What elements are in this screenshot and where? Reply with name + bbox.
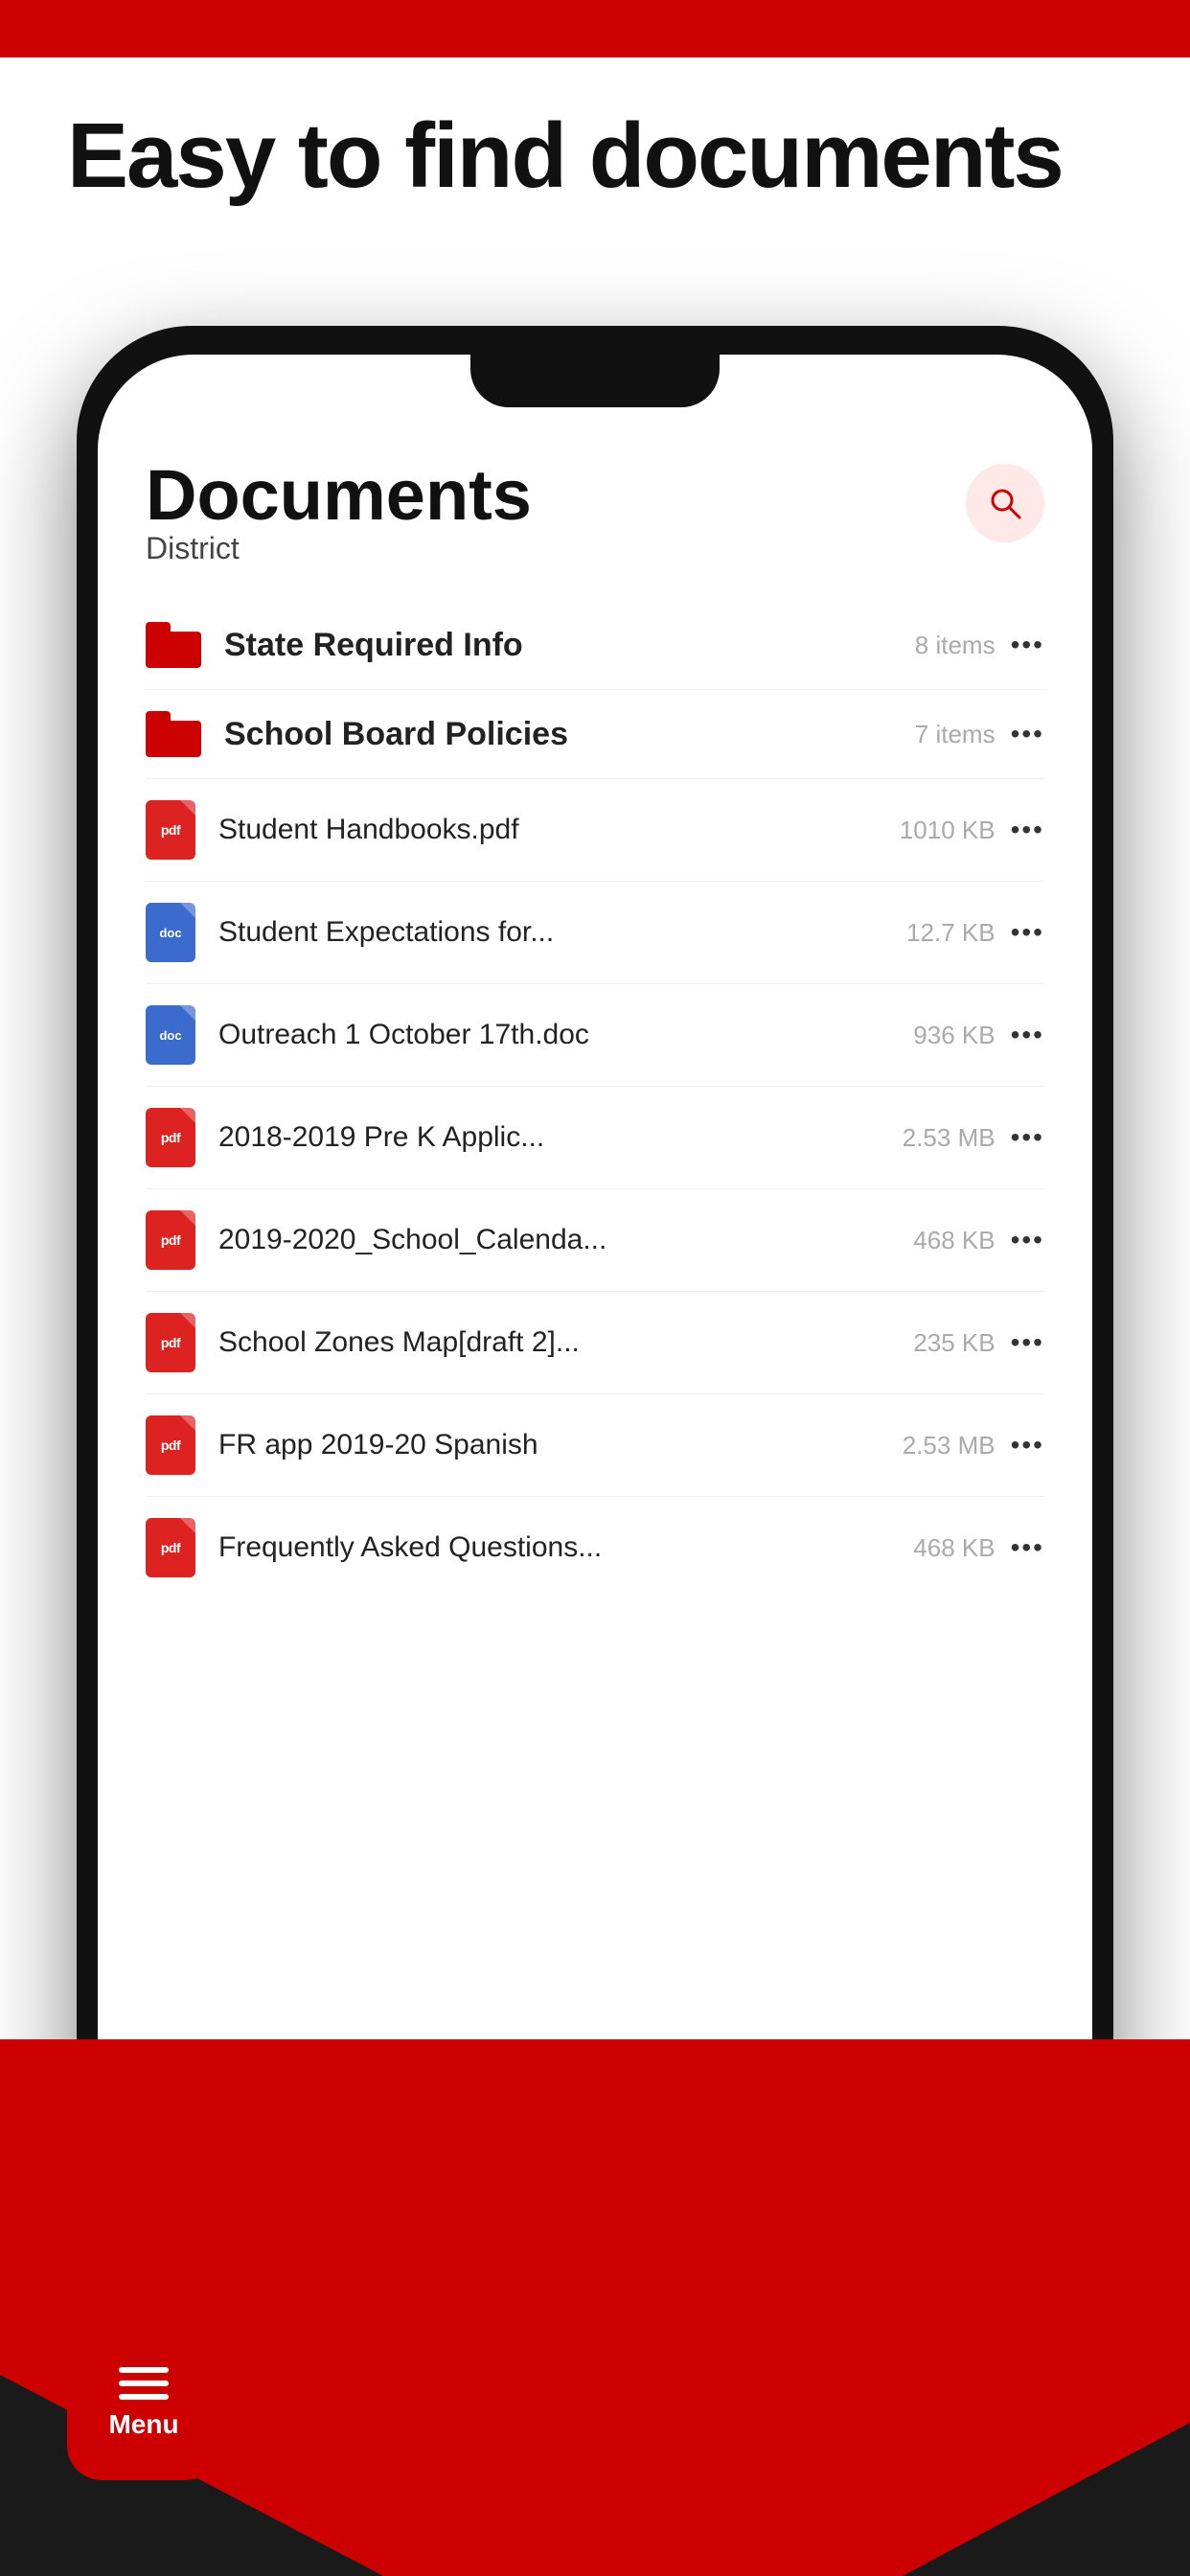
bottom-area <box>0 2039 1190 2576</box>
menu-lines-icon <box>119 2367 169 2400</box>
more-options-button[interactable]: ••• <box>1011 719 1044 749</box>
more-options-button[interactable]: ••• <box>1011 1225 1044 1255</box>
doc-info: 2019-2020_School_Calenda... <box>218 1224 898 1256</box>
doc-info: State Required Info <box>224 627 900 664</box>
more-options-button[interactable]: ••• <box>1011 1532 1044 1563</box>
doc-info: School Board Policies <box>224 716 900 753</box>
search-button[interactable] <box>966 464 1044 542</box>
doc-name: Frequently Asked Questions... <box>218 1531 898 1564</box>
doc-info: School Zones Map[draft 2]... <box>218 1326 898 1359</box>
more-options-button[interactable]: ••• <box>1011 917 1044 948</box>
doc-info: Frequently Asked Questions... <box>218 1531 898 1564</box>
screen-title-block: Documents District <box>146 460 532 595</box>
more-options-button[interactable]: ••• <box>1011 1327 1044 1358</box>
phone-mockup: Documents District <box>77 326 1113 2327</box>
menu-button[interactable]: Menu <box>67 2327 220 2480</box>
menu-line <box>119 2367 169 2373</box>
pdf-icon: pdf <box>146 800 195 860</box>
doc-info: Outreach 1 October 17th.doc <box>218 1019 898 1051</box>
doc-meta: 2.53 MB <box>903 1431 995 1460</box>
more-options-button[interactable]: ••• <box>1011 1122 1044 1153</box>
doc-name: Outreach 1 October 17th.doc <box>218 1019 898 1051</box>
screen-title: Documents <box>146 460 532 531</box>
folder-icon <box>146 622 201 668</box>
phone-screen: Documents District <box>98 355 1092 2298</box>
more-options-button[interactable]: ••• <box>1011 815 1044 845</box>
list-item[interactable]: School Board Policies 7 items ••• <box>146 690 1044 779</box>
doc-icon: doc <box>146 1005 195 1065</box>
doc-info: Student Expectations for... <box>218 916 891 949</box>
doc-name: 2018-2019 Pre K Applic... <box>218 1121 887 1154</box>
menu-line <box>119 2394 169 2400</box>
doc-info: FR app 2019-20 Spanish <box>218 1429 887 1461</box>
pdf-icon: pdf <box>146 1518 195 1577</box>
doc-name: School Zones Map[draft 2]... <box>218 1326 898 1359</box>
list-item[interactable]: doc Student Expectations for... 12.7 KB … <box>146 882 1044 984</box>
doc-meta: 2.53 MB <box>903 1123 995 1153</box>
doc-name: FR app 2019-20 Spanish <box>218 1429 887 1461</box>
doc-name: State Required Info <box>224 627 900 664</box>
pdf-icon: pdf <box>146 1210 195 1270</box>
menu-label: Menu <box>108 2409 178 2440</box>
search-icon <box>987 485 1023 521</box>
list-item[interactable]: pdf Frequently Asked Questions... 468 KB… <box>146 1497 1044 1598</box>
screen-content: Documents District <box>98 422 1092 2298</box>
doc-name: Student Expectations for... <box>218 916 891 949</box>
doc-info: Student Handbooks.pdf <box>218 814 884 846</box>
doc-meta: 468 KB <box>913 1226 995 1255</box>
bottom-black-shape-right <box>903 2384 1190 2576</box>
screen-header: Documents District <box>146 460 1044 595</box>
list-item[interactable]: pdf 2018-2019 Pre K Applic... 2.53 MB ••… <box>146 1087 1044 1189</box>
more-options-button[interactable]: ••• <box>1011 630 1044 660</box>
doc-meta: 235 KB <box>913 1328 995 1358</box>
list-item[interactable]: pdf Student Handbooks.pdf 1010 KB ••• <box>146 779 1044 882</box>
menu-line <box>119 2380 169 2386</box>
doc-name: School Board Policies <box>224 716 900 753</box>
more-options-button[interactable]: ••• <box>1011 1430 1044 1460</box>
doc-name: Student Handbooks.pdf <box>218 814 884 846</box>
doc-meta: 936 KB <box>913 1021 995 1050</box>
phone-notch <box>470 355 720 407</box>
folder-icon <box>146 711 201 757</box>
pdf-icon: pdf <box>146 1415 195 1475</box>
list-item[interactable]: pdf 2019-2020_School_Calenda... 468 KB •… <box>146 1189 1044 1292</box>
page-headline: Easy to find documents <box>67 105 1123 207</box>
doc-meta: 8 items <box>915 631 995 660</box>
screen-subtitle: District <box>146 531 532 566</box>
doc-icon: doc <box>146 903 195 962</box>
list-item[interactable]: pdf School Zones Map[draft 2]... 235 KB … <box>146 1292 1044 1394</box>
pdf-icon: pdf <box>146 1313 195 1372</box>
more-options-button[interactable]: ••• <box>1011 1020 1044 1050</box>
doc-meta: 1010 KB <box>900 816 995 845</box>
list-item[interactable]: pdf FR app 2019-20 Spanish 2.53 MB ••• <box>146 1394 1044 1497</box>
doc-meta: 12.7 KB <box>906 918 995 948</box>
pdf-icon: pdf <box>146 1108 195 1167</box>
list-item[interactable]: doc Outreach 1 October 17th.doc 936 KB •… <box>146 984 1044 1087</box>
list-item[interactable]: State Required Info 8 items ••• <box>146 601 1044 690</box>
doc-meta: 7 items <box>915 720 995 749</box>
doc-meta: 468 KB <box>913 1533 995 1563</box>
doc-info: 2018-2019 Pre K Applic... <box>218 1121 887 1154</box>
document-list: State Required Info 8 items ••• School B… <box>146 601 1044 1598</box>
top-bar <box>0 0 1190 58</box>
doc-name: 2019-2020_School_Calenda... <box>218 1224 898 1256</box>
